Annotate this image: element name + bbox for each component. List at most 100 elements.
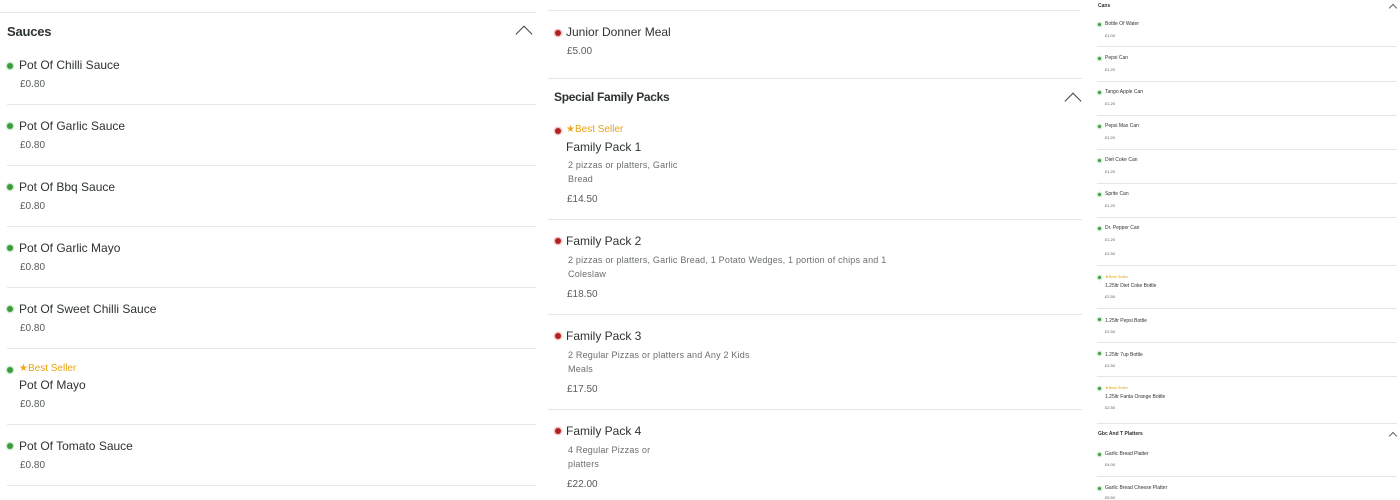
item-name: Dr. Pepper Can [1105,225,1140,231]
menu-item[interactable]: 1.25ltr 7up Bottle £2.50 [1097,343,1397,377]
item-name: Tango Apple Can [1105,89,1144,95]
item-price: £1.20 [1105,135,1116,140]
item-price: £2.50 [1105,251,1116,256]
item-name: 1.25ltr Pepsi Bottle [1105,318,1147,324]
menu-item[interactable]: Dr. Pepper Can £1.20 £2.50 [1097,218,1397,266]
item-name: 1.25ltr Diet Coke Bottle [1105,283,1157,289]
item-price: £1.20 [1105,101,1116,106]
item-description: 2 Regular Pizzas or platters and Any 2 K… [568,350,750,360]
item-price: £2.50 [1105,363,1116,368]
item-price: £0.80 [20,323,46,334]
menu-item[interactable]: 1.25ltr Pepsi Bottle £2.50 [1097,309,1397,343]
red-dot-icon [555,128,561,134]
item-price: £0.80 [20,399,46,410]
badge-label: Best Seller [27,363,77,374]
divider [0,12,536,13]
item-price: £18.50 [567,289,598,300]
item-name: Family Pack 2 [566,234,642,248]
red-dot-icon [555,238,561,244]
item-price: £2.50 [1105,329,1116,334]
green-dot-icon [7,443,13,449]
menu-item[interactable]: Pot Of Chilli Sauce £0.80 [7,50,536,105]
item-name: Pot Of Tomato Sauce [19,439,133,453]
green-dot-icon [7,306,13,312]
green-dot-icon [7,123,13,129]
menu-item[interactable]: Family Pack 4 4 Regular Pizzas or platte… [548,410,1082,500]
badge-label: Best Seller [1108,385,1128,390]
menu-item[interactable]: Pepsi Can £1.20 [1097,48,1397,82]
item-name: Family Pack 3 [566,329,642,343]
menu-item[interactable]: Garlic Bread Cheese Platter £5.50 [1097,477,1397,500]
green-dot-icon [1098,453,1101,456]
menu-item[interactable]: Bottle Of Water £1.00 [1097,14,1397,47]
menu-item[interactable]: Junior Donner Meal £5.00 [548,11,1082,79]
item-price: £0.80 [20,79,46,90]
menu-item[interactable]: Family Pack 2 2 pizzas or platters, Garl… [548,220,1082,315]
menu-item[interactable]: Pot Of Garlic Sauce £0.80 [7,105,536,166]
item-price: £1.20 [1105,67,1116,72]
menu-item[interactable]: ★ Best Seller 1.25ltr Diet Coke Bottle £2… [1097,266,1397,309]
item-price: £1.20 [1105,169,1116,174]
family-packs-section-header[interactable]: Special Family Packs [554,84,1084,110]
best-seller-badge: ★ Best Seller [19,363,76,374]
menu-item[interactable]: Pot Of Bbq Sauce £0.80 [7,166,536,227]
item-name: Pot Of Bbq Sauce [19,180,116,194]
chevron-up-icon[interactable] [515,21,535,43]
item-name: Family Pack 4 [566,424,642,438]
menu-item[interactable]: Garlic Bread Platter £4.00 [1097,444,1397,477]
green-dot-icon [1098,276,1101,279]
menu-item[interactable]: ★ Best Seller 1.25ltr Fanta Orange Bottle… [1097,377,1397,424]
best-seller-badge: ★ Best Seller [566,124,623,135]
green-dot-icon [7,63,13,69]
item-description: 4 Regular Pizzas or [568,445,651,455]
green-dot-icon [1098,352,1101,355]
item-description: Bread [568,174,594,184]
menu-item[interactable]: ★ Best Seller Family Pack 1 2 pizzas or p… [548,114,1082,220]
green-dot-icon [1098,23,1101,26]
menu-item[interactable]: Pot Of Garlic Mayo £0.80 [7,227,536,288]
item-price: £0.80 [20,201,46,212]
sauces-section-header[interactable]: Sauces [7,16,539,46]
green-dot-icon [1098,487,1101,490]
item-price: £0.80 [20,460,46,471]
green-dot-icon [7,184,13,190]
best-seller-badge: ★ Best Seller [1105,274,1128,279]
green-dot-icon [7,245,13,251]
chevron-up-icon[interactable] [1064,87,1084,110]
menu-item[interactable]: Pot Of Tomato Sauce £0.80 [7,425,536,486]
item-name: Bottle Of Water [1105,21,1139,27]
item-name: Diet Coke Can [1105,157,1138,163]
item-name: Junior Donner Meal [566,25,671,39]
item-price: £4.00 [1105,462,1116,467]
item-price: £14.50 [567,194,598,205]
badge-label: Best Seller [1108,274,1128,279]
item-description: 2 pizzas or platters, Garlic [568,160,678,170]
green-dot-icon [1098,318,1101,321]
item-name: Family Pack 1 [566,140,642,154]
green-dot-icon [1098,193,1101,196]
red-dot-icon [555,333,561,339]
item-price: £5.00 [567,46,593,57]
item-price: £22.00 [567,479,598,490]
menu-item[interactable]: Pot Of Sweet Chilli Sauce £0.80 [7,288,536,349]
item-name: 1.25ltr Fanta Orange Bottle [1105,394,1166,400]
gbc-section-header[interactable]: Gbc And T Platters [1098,428,1398,441]
item-name: Garlic Bread Cheese Platter [1105,485,1168,491]
menu-item[interactable]: Sprite Can £1.20 [1097,184,1397,218]
item-name: Garlic Bread Platter [1105,451,1149,457]
menu-item[interactable]: Tango Apple Can £1.20 [1097,82,1397,116]
menu-item[interactable]: Diet Coke Can £1.20 [1097,150,1397,184]
cans-section-header[interactable]: Cans [1098,0,1398,13]
section-title: Sauces [7,23,52,39]
chevron-up-icon[interactable] [1388,2,1398,13]
red-dot-icon [555,30,561,36]
menu-item[interactable]: ★ Best Seller Pot Of Mayo £0.80 [7,349,536,425]
chevron-up-icon[interactable] [1388,430,1398,441]
menu-item[interactable]: Pepsi Max Can £1.20 [1097,116,1397,150]
item-name: Pot Of Mayo [19,378,86,392]
red-dot-icon [555,428,561,434]
item-price: £1.00 [1105,33,1116,38]
green-dot-icon [1098,125,1101,128]
menu-item[interactable]: Family Pack 3 2 Regular Pizzas or platte… [548,315,1082,410]
item-price: £17.50 [567,384,598,395]
